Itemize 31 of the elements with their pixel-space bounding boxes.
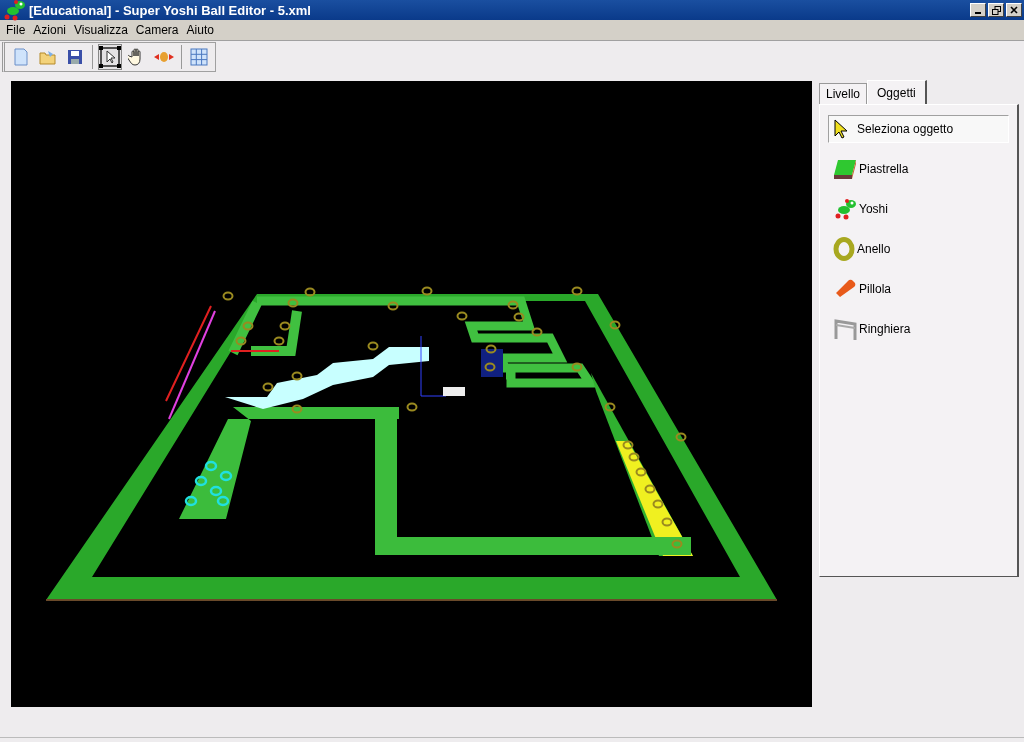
menu-item[interactable]: Aiuto xyxy=(182,23,218,37)
object-tool-button[interactable]: Ringhiera xyxy=(828,315,1009,343)
yoshi-icon xyxy=(2,0,26,21)
restore-button[interactable] xyxy=(988,3,1004,17)
open-folder-icon xyxy=(39,49,57,65)
close-button[interactable] xyxy=(1006,3,1022,17)
toolbar-button[interactable] xyxy=(98,44,122,70)
object-tool-button[interactable]: Piastrella xyxy=(828,155,1009,183)
object-tool-button[interactable]: Anello xyxy=(828,235,1009,263)
object-tool-button[interactable]: Yoshi xyxy=(828,195,1009,223)
grid-icon xyxy=(190,48,208,66)
yoshi-icon xyxy=(833,198,857,220)
new-document-icon xyxy=(13,48,29,66)
tile-icon xyxy=(833,158,857,180)
restore-icon xyxy=(991,5,1001,15)
save-icon xyxy=(67,49,83,65)
tab[interactable]: Livello xyxy=(819,83,868,104)
railing-icon xyxy=(833,317,857,341)
close-icon xyxy=(1010,6,1018,14)
object-tool-button[interactable]: Seleziona oggetto xyxy=(828,115,1009,143)
object-tool-button[interactable]: Pillola xyxy=(828,275,1009,303)
minimize-button[interactable] xyxy=(970,3,986,17)
menu-item[interactable]: Azioni xyxy=(29,23,71,37)
ring-icon xyxy=(833,237,855,261)
menu-item[interactable]: Camera xyxy=(131,23,183,37)
window-title: [Educational] - Super Yoshi Ball Editor - 5.xml xyxy=(29,2,312,18)
menu-item[interactable]: Visualizza xyxy=(70,23,132,37)
tab[interactable]: Oggetti xyxy=(867,80,927,104)
rotate-arrows-icon xyxy=(153,50,175,64)
menu-item[interactable]: File xyxy=(2,23,30,37)
cursor-arrow-icon xyxy=(833,119,849,139)
